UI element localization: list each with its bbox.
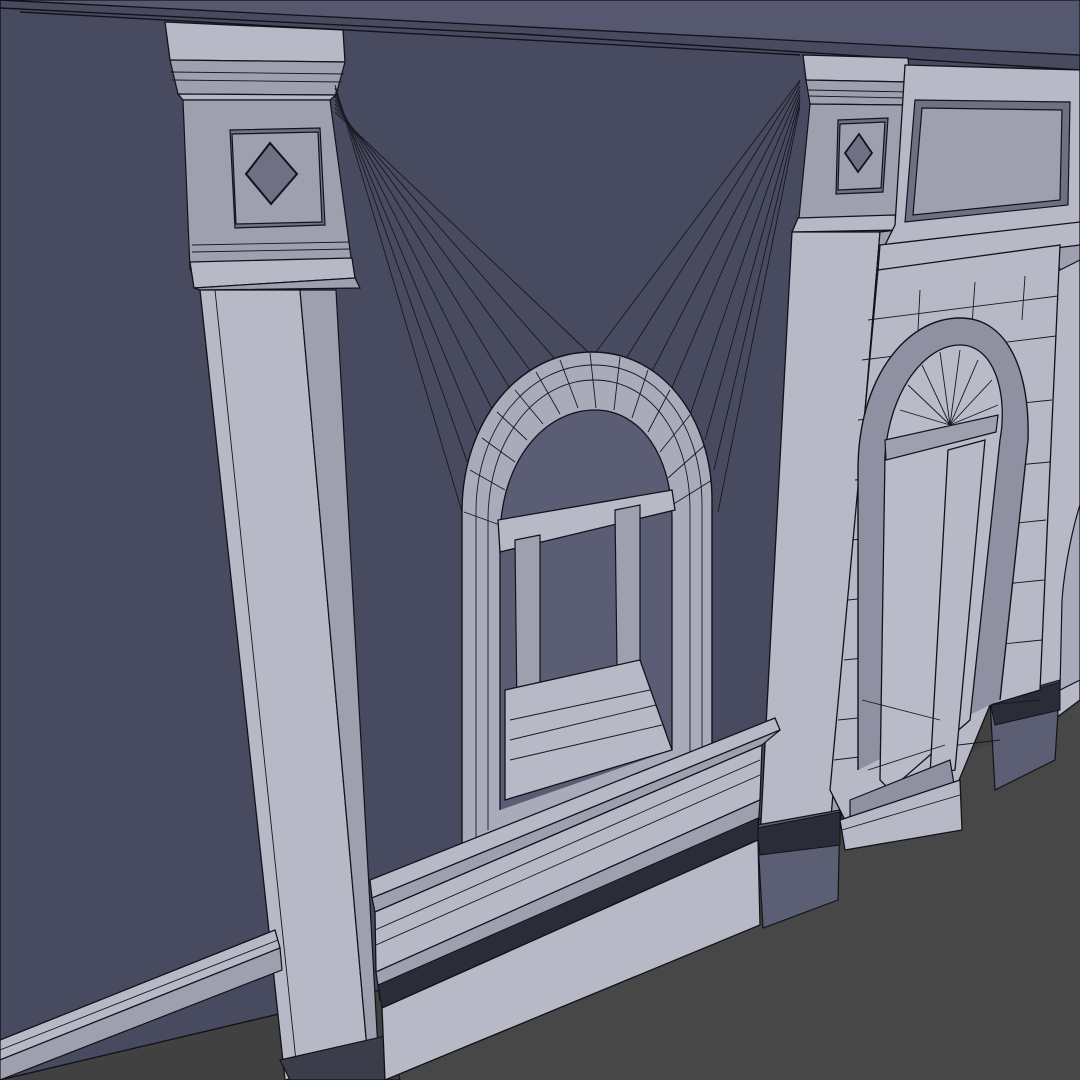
- door-frieze-panel: [877, 64, 1080, 271]
- viewport-3d[interactable]: [0, 0, 1080, 1080]
- facade-wireframe-render: [0, 0, 1080, 1080]
